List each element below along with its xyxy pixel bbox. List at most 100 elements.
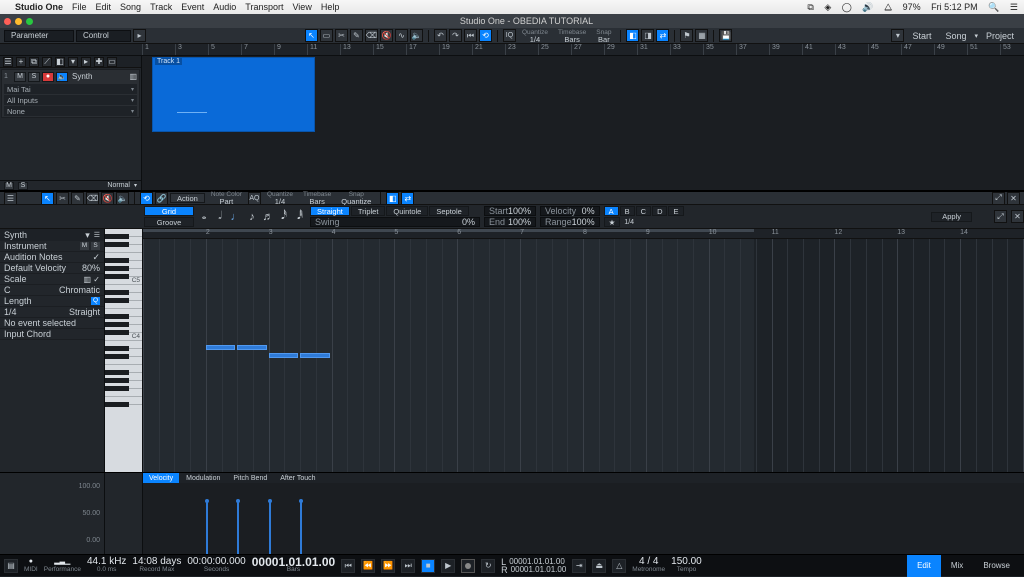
menu-transport[interactable]: Transport — [245, 2, 283, 12]
midi-note[interactable] — [300, 353, 329, 358]
fast-rewind-button[interactable]: ⏪ — [361, 559, 375, 573]
tempo[interactable]: 150.00Tempo — [671, 558, 702, 574]
tab-modulation[interactable]: Modulation — [180, 473, 226, 483]
track-row[interactable]: 1 M S ● 🔈 Synth ▥ Mai Tai All Inputs Non… — [1, 69, 140, 118]
apply-button[interactable]: Apply — [931, 212, 972, 222]
autoscroll-icon[interactable]: ⟲ — [479, 29, 492, 42]
midi-note[interactable] — [206, 345, 235, 350]
traffic-lights[interactable] — [4, 18, 33, 25]
preset-c[interactable]: C — [636, 206, 651, 216]
minimize-icon[interactable] — [15, 18, 22, 25]
chevron-down-icon[interactable]: ▾ — [974, 32, 978, 40]
ed-expand-icon[interactable]: ⤢ — [992, 192, 1005, 205]
menu-audio[interactable]: Audio — [213, 2, 236, 12]
menu-file[interactable]: File — [72, 2, 87, 12]
ed-paint-tool[interactable]: ✎ — [71, 192, 84, 205]
menu-track[interactable]: Track — [150, 2, 172, 12]
q-expand-icon[interactable]: ⤢ — [994, 210, 1007, 223]
range-field[interactable]: Range100% — [540, 217, 600, 227]
expand-icon[interactable]: ▸ — [133, 29, 146, 42]
inspector-scale[interactable]: Scale▥ ✓ — [0, 274, 104, 285]
sixtyfourth-note-icon[interactable]: 𝅘𝅥𝅱 — [294, 208, 306, 226]
control-field[interactable]: Control — [76, 30, 131, 42]
ed-listen-tool[interactable]: 🔈 — [116, 192, 129, 205]
menu-edit[interactable]: Edit — [96, 2, 112, 12]
velocity-bar[interactable] — [269, 501, 271, 554]
mute-button[interactable]: M — [14, 72, 26, 82]
duplicate-icon[interactable]: ⧉ — [29, 57, 39, 67]
preset-a[interactable]: A — [604, 206, 619, 216]
menu-help[interactable]: Help — [321, 2, 340, 12]
redo-icon[interactable]: ↷ — [449, 29, 462, 42]
ed-arrow-tool[interactable]: ↖ — [41, 192, 54, 205]
ed-autoscroll-icon[interactable]: ⟲ — [140, 192, 153, 205]
global-mute[interactable]: M — [4, 182, 14, 190]
piano-keyboard[interactable]: C5C4 — [105, 229, 143, 472]
action-menu[interactable]: Action — [170, 193, 205, 203]
marker-icon[interactable]: ⚑ — [680, 29, 693, 42]
bars-beats[interactable]: 00001.01.01.00Bars — [252, 558, 335, 574]
erase-tool[interactable]: ⌫ — [365, 29, 378, 42]
mute-tool[interactable]: 🔇 — [380, 29, 393, 42]
ed-erase-tool[interactable]: ⌫ — [86, 192, 99, 205]
midi-note[interactable] — [237, 345, 266, 350]
half-note-icon[interactable]: 𝅗𝅥 — [214, 208, 226, 226]
preset-d[interactable]: D — [652, 206, 667, 216]
quantize-setting[interactable]: Quantize1/4 — [518, 29, 552, 43]
piano-roll-grid[interactable]: 234567891011121314 — [143, 229, 1024, 472]
search-icon[interactable]: 🔍 — [988, 2, 999, 12]
arrange-lanes[interactable]: Track 1 — [142, 56, 1024, 190]
menu-event[interactable]: Event — [181, 2, 204, 12]
back-icon[interactable]: ⏮ — [464, 29, 477, 42]
editor-ruler[interactable]: 234567891011121314 — [143, 229, 1024, 239]
menu-song[interactable]: Song — [120, 2, 141, 12]
ed-split-tool[interactable]: ✂ — [56, 192, 69, 205]
snap-setting[interactable]: SnapBar — [592, 29, 615, 43]
undo-icon[interactable]: ↶ — [434, 29, 447, 42]
midi-clip[interactable]: Track 1 — [152, 57, 315, 132]
global-menu-icon[interactable]: ☰ — [3, 57, 13, 67]
metronome-button[interactable]: △ — [612, 559, 626, 573]
tab-pitchbend[interactable]: Pitch Bend — [227, 473, 273, 483]
mode-septole[interactable]: Septole — [429, 206, 468, 216]
zoom-icon[interactable] — [26, 18, 33, 25]
group-icon[interactable]: ◧ — [55, 57, 65, 67]
sync-icon[interactable]: ◈ — [824, 2, 831, 12]
ripple-icon[interactable]: ⇄ — [656, 29, 669, 42]
record-arm-button[interactable]: ● — [42, 72, 54, 82]
whole-note-icon[interactable]: 𝅝 — [198, 208, 210, 226]
inspector-audition[interactable]: Audition Notes✓ — [0, 252, 104, 263]
arrow-down-icon[interactable]: ▾ — [891, 29, 904, 42]
ed-snap-on[interactable]: ◧ — [386, 192, 399, 205]
swing-field[interactable]: Swing0% — [310, 217, 480, 227]
folder-icon[interactable]: ▭ — [107, 57, 117, 67]
loop-right[interactable]: 00001.01.01.00 — [511, 566, 567, 574]
split-tool[interactable]: ✂ — [335, 29, 348, 42]
groove-tab[interactable]: Groove — [144, 217, 194, 227]
sixteenth-note-icon[interactable]: ♬ — [262, 208, 274, 226]
quarter-note-icon[interactable]: ♩ — [230, 208, 242, 226]
zoom-label[interactable]: Normal — [107, 182, 130, 189]
add-icon[interactable]: ✚ — [94, 57, 104, 67]
start-page-link[interactable]: Start — [906, 31, 937, 41]
tab-edit[interactable]: Edit — [907, 555, 941, 577]
q-close-icon[interactable]: ✕ — [1011, 210, 1024, 223]
velocity-bar[interactable] — [237, 501, 239, 554]
battery-status[interactable]: 97% — [903, 2, 921, 12]
mac-app-name[interactable]: Studio One — [15, 2, 63, 12]
range-tool[interactable]: ▭ — [320, 29, 333, 42]
mode-triplet[interactable]: Triplet — [351, 206, 386, 216]
velocity-field[interactable]: Velocity0% — [540, 206, 600, 216]
clock[interactable]: Fri 5:12 PM — [931, 2, 978, 12]
velocity-bar[interactable] — [300, 501, 302, 554]
perf-icon[interactable]: ▤ — [4, 559, 18, 573]
preset-store[interactable]: ★ — [604, 217, 621, 227]
rewind-button[interactable]: ⏮ — [341, 559, 355, 573]
loop-button[interactable]: ↻ — [481, 559, 495, 573]
notecolor-setting[interactable]: Note ColorPart — [207, 191, 246, 205]
editor-menu-icon[interactable]: ☰ — [4, 192, 17, 205]
preroll-icon[interactable]: ⏏ — [592, 559, 606, 573]
inspector-scale-mode[interactable]: CChromatic — [0, 285, 104, 296]
add-track-icon[interactable]: + — [16, 57, 26, 67]
tab-aftertouch[interactable]: After Touch — [274, 473, 321, 483]
